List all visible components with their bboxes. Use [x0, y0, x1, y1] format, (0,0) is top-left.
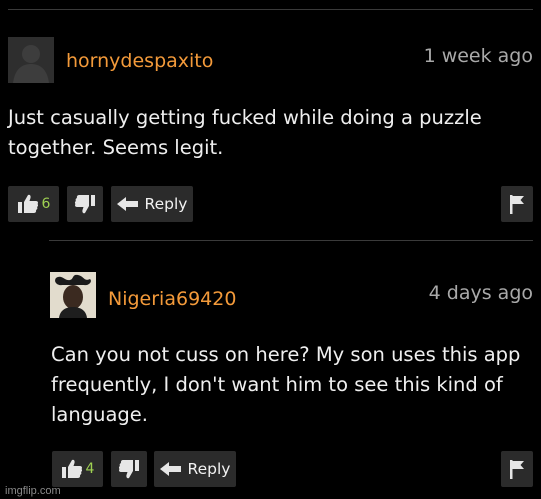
thumbs-down-icon [118, 460, 139, 479]
user-avatar-photo[interactable] [50, 272, 96, 318]
dislike-button[interactable] [67, 186, 103, 222]
thumbs-up-icon [61, 459, 82, 478]
comment-text-line: language. [51, 403, 148, 426]
comment-timestamp: 4 days ago [428, 282, 533, 304]
reply-label: Reply [187, 460, 231, 478]
flag-icon [510, 195, 524, 214]
flag-button[interactable] [501, 451, 533, 487]
thumbs-down-icon [74, 195, 95, 214]
comment-text-line: together. Seems legit. [8, 136, 224, 159]
dislike-button[interactable] [111, 451, 147, 487]
like-button[interactable]: 4 [52, 451, 103, 487]
flag-icon [510, 460, 524, 479]
comment-username[interactable]: Nigeria69420 [108, 288, 236, 310]
reply-button[interactable]: Reply [111, 186, 193, 222]
user-silhouette-icon [13, 45, 49, 83]
reply-divider [49, 240, 533, 241]
watermark: imgflip.com [5, 485, 61, 497]
top-divider [8, 9, 533, 10]
comment-text-line: Just casually getting fucked while doing… [8, 106, 482, 129]
reply-arrow-icon [159, 462, 181, 476]
flag-button[interactable] [501, 186, 533, 222]
default-avatar[interactable] [8, 37, 54, 83]
comment-timestamp: 1 week ago [423, 45, 533, 67]
like-button[interactable]: 6 [8, 186, 59, 222]
like-count: 4 [85, 461, 95, 477]
thumbs-up-icon [17, 194, 38, 213]
comment-username[interactable]: hornydespaxito [66, 50, 213, 72]
reply-button[interactable]: Reply [154, 451, 236, 487]
avatar-face-icon [50, 272, 96, 318]
like-count: 6 [41, 196, 51, 212]
comment-text-line: Can you not cuss on here? My son uses th… [51, 343, 521, 366]
comment-text-line: frequently, I don't want him to see this… [51, 373, 503, 396]
reply-label: Reply [144, 195, 188, 213]
reply-arrow-icon [116, 197, 138, 211]
